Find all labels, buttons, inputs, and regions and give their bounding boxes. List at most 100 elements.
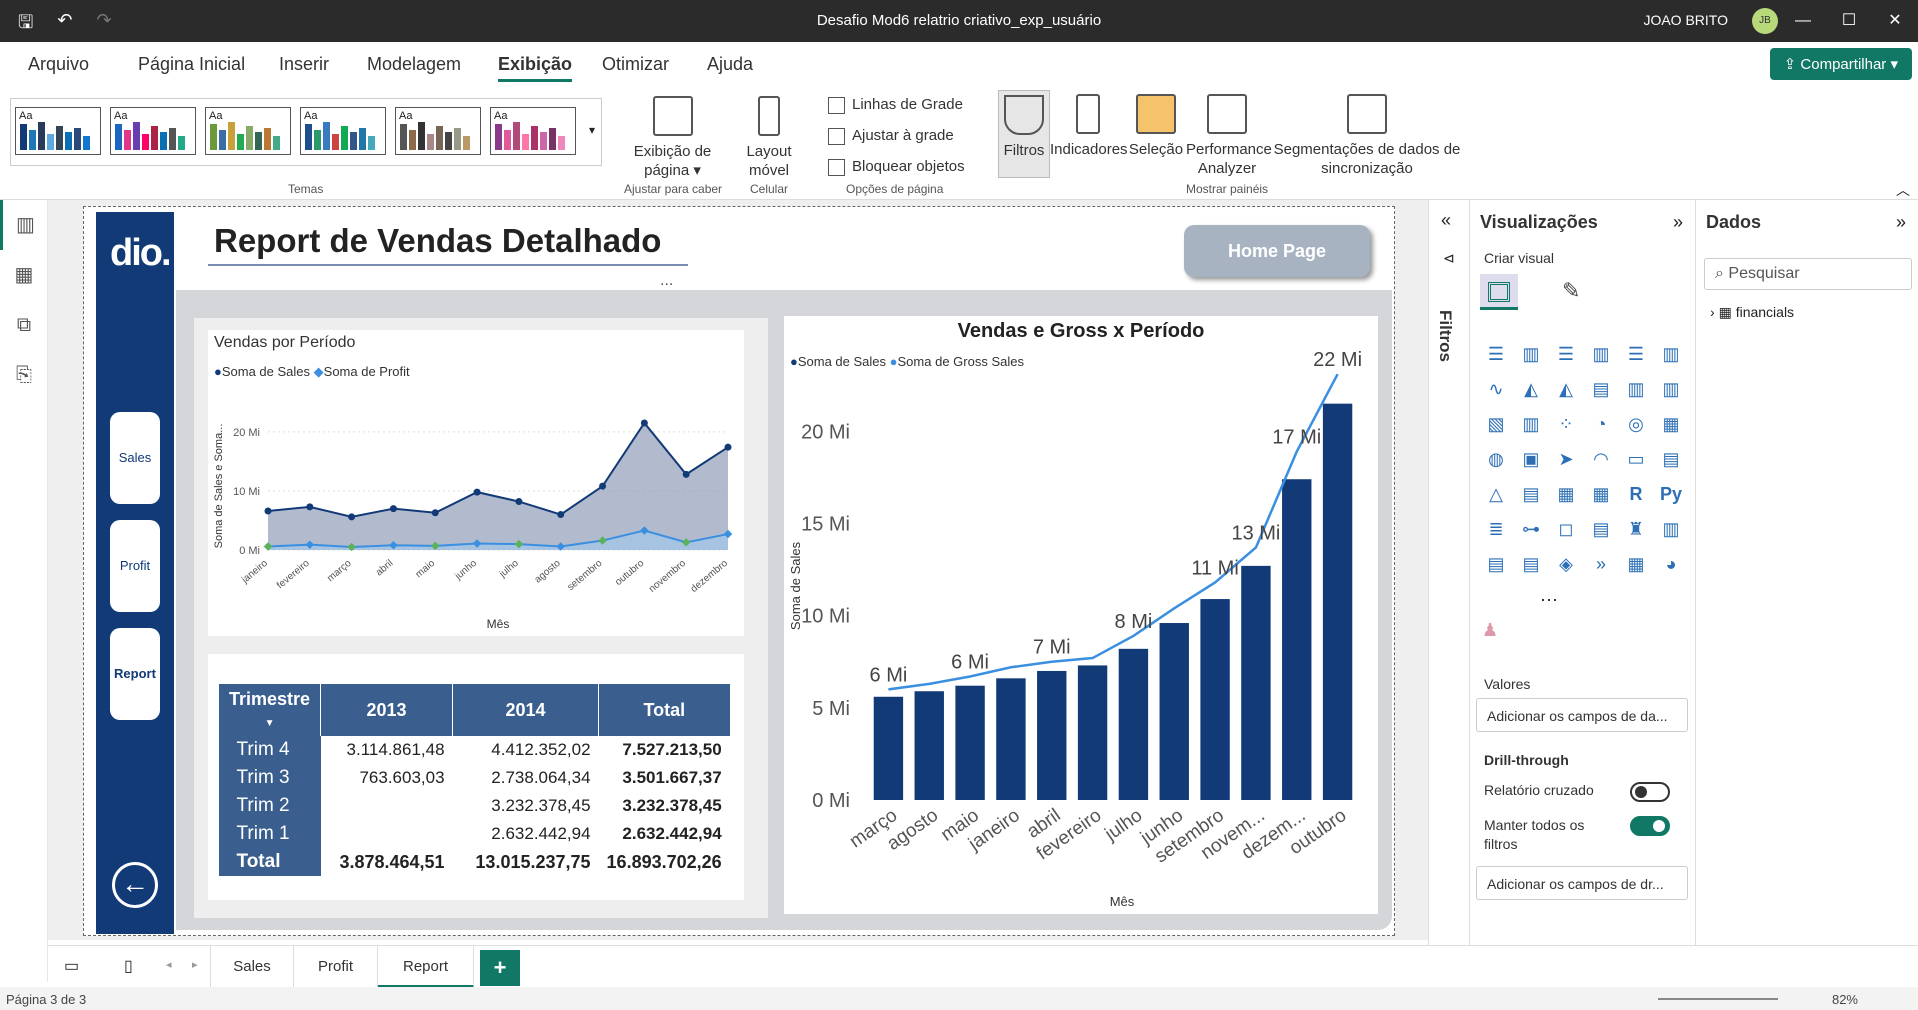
tab-profit[interactable]: Profit (294, 946, 378, 988)
model-view-icon[interactable]: ⧉ (0, 300, 48, 350)
theme-option[interactable]: Aa (205, 107, 291, 155)
theme-option[interactable]: Aa (395, 107, 481, 155)
mobile-layout-button[interactable]: Layout móvel (740, 96, 798, 180)
menu-pagina-inicial[interactable]: Página Inicial (138, 54, 245, 75)
paginated-icon[interactable]: ▥ (1657, 515, 1685, 543)
narrative-icon[interactable]: ▤ (1587, 515, 1615, 543)
filters-pane-button[interactable]: Filtros (998, 90, 1050, 178)
nav-profit-button[interactable]: Profit (110, 520, 160, 612)
matrix-icon[interactable]: ▦ (1587, 480, 1615, 508)
avatar[interactable]: JB (1752, 8, 1778, 34)
next-page-icon[interactable]: ▸ (192, 958, 198, 971)
collapse-visualizations-icon[interactable]: » (1673, 212, 1683, 233)
goals-icon[interactable]: ♜ (1622, 515, 1650, 543)
home-page-button[interactable]: Home Page (1184, 225, 1370, 277)
build-visual-tab[interactable] (1480, 274, 1518, 310)
page-view-button[interactable]: Exibição de página ▾ (630, 96, 715, 180)
cross-report-toggle[interactable] (1630, 782, 1670, 802)
gauge-icon[interactable]: ◠ (1587, 445, 1615, 473)
get-more-visuals-icon[interactable]: ♟ (1482, 620, 1498, 641)
prev-page-icon[interactable]: ◂ (166, 958, 172, 971)
map-icon[interactable]: ◍ (1482, 445, 1510, 473)
table-view-icon[interactable]: ▦ (0, 250, 48, 300)
stacked-column-icon[interactable]: ▥ (1517, 340, 1545, 368)
power-apps-icon[interactable]: ▤ (1482, 550, 1510, 578)
line-chart-card[interactable]: Vendas por Período ●Soma de Sales ◆Soma … (208, 330, 744, 636)
format-visual-icon[interactable]: ✎ (1562, 278, 1580, 304)
collapse-data-icon[interactable]: » (1896, 212, 1906, 233)
power-automate-icon[interactable]: ▤ (1517, 550, 1545, 578)
line-chart-icon[interactable]: ∿ (1482, 375, 1510, 403)
treemap-icon[interactable]: ▦ (1657, 410, 1685, 438)
menu-otimizar[interactable]: Otimizar (602, 54, 669, 75)
qa-icon[interactable]: ◻ (1552, 515, 1580, 543)
theme-option[interactable]: Aa (490, 107, 576, 155)
key-influencers-icon[interactable]: ≣ (1482, 515, 1510, 543)
scatter-icon[interactable]: ⁘ (1552, 410, 1580, 438)
expand-filters-icon[interactable]: « (1441, 210, 1451, 231)
more-visuals-icon[interactable]: ▦ (1622, 550, 1650, 578)
pie-icon[interactable]: ◔ (1587, 410, 1615, 438)
quarter-matrix[interactable]: Trimestre ▼ 2013 2014 Total Trim 4 3.114.8… (217, 684, 730, 876)
nav-sales-button[interactable]: Sales (110, 412, 160, 504)
menu-modelagem[interactable]: Modelagem (367, 54, 461, 75)
report-view-icon[interactable]: ▥ (0, 200, 48, 250)
r-visual-icon[interactable]: R (1622, 480, 1650, 508)
theme-option[interactable]: Aa (300, 107, 386, 155)
sync-slicers-button[interactable]: Segmentações de dados de sincronização (1272, 94, 1462, 178)
maximize-icon[interactable]: ☐ (1826, 0, 1872, 42)
add-page-button[interactable]: + (480, 950, 520, 986)
table-icon[interactable]: ▦ (1552, 480, 1580, 508)
100-column-icon[interactable]: ▥ (1657, 340, 1685, 368)
chevron-down-icon[interactable]: ▾ (589, 123, 595, 137)
share-button[interactable]: ⇪ Compartilhar ▾ (1769, 48, 1912, 80)
close-icon[interactable]: ✕ (1872, 0, 1918, 42)
menu-exibicao[interactable]: Exibição (498, 54, 573, 82)
bookmarks-pane-button[interactable]: Indicadores (1050, 94, 1128, 159)
custom-visual-icon[interactable]: ◕ (1657, 550, 1685, 578)
drill-through-field-well[interactable]: Adicionar os campos de dr... (1476, 866, 1688, 900)
azure-map-icon[interactable]: ➤ (1552, 445, 1580, 473)
stacked-bar-icon[interactable]: ☰ (1482, 340, 1510, 368)
waterfall-icon[interactable]: ▧ (1482, 410, 1510, 438)
matrix-header-2014[interactable]: 2014 (452, 684, 599, 736)
search-input[interactable]: ⌕ Pesquisar (1704, 258, 1912, 290)
more-visuals-ellipsis-icon[interactable]: ⋯ (1540, 590, 1558, 611)
filters-pane-collapsed[interactable]: « ⊲ Filtros (1428, 200, 1470, 945)
area-chart-icon[interactable]: ◭ (1517, 375, 1545, 403)
matrix-header-trimestre[interactable]: Trimestre ▼ (217, 684, 321, 736)
more-options-icon[interactable]: ... (660, 272, 673, 290)
mobile-layout-icon[interactable]: ▯ (124, 956, 133, 976)
matrix-header-total[interactable]: Total (598, 684, 730, 736)
back-arrow-icon[interactable]: ← (112, 862, 158, 908)
tab-report[interactable]: Report (378, 946, 474, 988)
kpi-icon[interactable]: △ (1482, 480, 1510, 508)
theme-option[interactable]: Aa (110, 107, 196, 155)
line-clustered-column-icon[interactable]: ▥ (1657, 375, 1685, 403)
donut-icon[interactable]: ◎ (1622, 410, 1650, 438)
selection-pane-button[interactable]: Seleção (1128, 94, 1184, 159)
ribbon-chart-icon[interactable]: ▤ (1587, 375, 1615, 403)
matrix-header-2013[interactable]: 2013 (320, 684, 453, 736)
funnel-icon[interactable]: ▥ (1517, 410, 1545, 438)
line-column-icon[interactable]: ▥ (1622, 375, 1650, 403)
dax-query-icon[interactable]: ⎘ (0, 350, 48, 400)
clustered-bar-icon[interactable]: ☰ (1552, 340, 1580, 368)
menu-ajuda[interactable]: Ajuda (707, 54, 753, 75)
desktop-layout-icon[interactable]: ▭ (64, 956, 79, 976)
theme-option[interactable]: Aa (15, 107, 101, 155)
snap-to-grid-checkbox[interactable]: Ajustar à grade (828, 127, 954, 145)
table-financials[interactable]: › ▦ financials (1710, 304, 1794, 321)
zoom-slider[interactable] (1658, 998, 1778, 1000)
filled-map-icon[interactable]: ▣ (1517, 445, 1545, 473)
card-icon[interactable]: ▭ (1622, 445, 1650, 473)
decomposition-tree-icon[interactable]: ⊶ (1517, 515, 1545, 543)
values-field-well[interactable]: Adicionar os campos de da... (1476, 698, 1688, 732)
keep-filters-toggle[interactable] (1630, 816, 1670, 836)
python-visual-icon[interactable]: Py (1657, 480, 1685, 508)
lock-objects-checkbox[interactable]: Bloquear objetos (828, 158, 965, 176)
clustered-column-icon[interactable]: ▥ (1587, 340, 1615, 368)
slicer-icon[interactable]: ▤ (1517, 480, 1545, 508)
100-bar-icon[interactable]: ☰ (1622, 340, 1650, 368)
stacked-area-icon[interactable]: ◭ (1552, 375, 1580, 403)
